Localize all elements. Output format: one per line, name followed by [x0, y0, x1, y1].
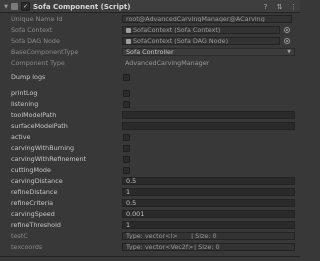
- carving-with-refinement-checkbox[interactable]: [123, 156, 130, 163]
- refine-criteria-input[interactable]: 0.5: [122, 199, 295, 207]
- component-type-label: Component Type: [11, 59, 65, 67]
- base-component-type-row: BaseComponentType Sofa Controller ▼: [0, 48, 300, 57]
- active-checkbox[interactable]: [123, 134, 130, 141]
- foldout-arrow-icon[interactable]: ▼: [3, 0, 9, 13]
- carving-speed-input[interactable]: 0.001: [122, 210, 295, 218]
- refine-threshold-input[interactable]: 1: [122, 221, 295, 229]
- preset-icon[interactable]: ⇅: [275, 0, 284, 13]
- object-picker-icon[interactable]: [284, 38, 290, 44]
- divider: [0, 256, 300, 257]
- component-type-value: AdvancedCarvingManager: [125, 59, 210, 67]
- listening-row: listening: [0, 100, 300, 109]
- refine-distance-row: refineDistance 1: [0, 188, 300, 197]
- base-component-type-value: Sofa Controller: [126, 48, 174, 56]
- texcoords-size: | Size: 0: [194, 243, 220, 251]
- sofa-object-icon: [126, 38, 131, 44]
- cutting-mode-row: cuttingMode: [0, 166, 300, 175]
- surface-model-path-row: surfaceModelPath: [0, 122, 300, 131]
- tool-model-path-label: toolModelPath: [11, 111, 57, 119]
- script-icon: [10, 0, 19, 13]
- print-log-row: printLog: [0, 89, 300, 98]
- active-row: active: [0, 133, 300, 142]
- refine-threshold-row: refineThreshold 1: [0, 221, 300, 230]
- refine-criteria-row: refineCriteria 0.5: [0, 199, 300, 208]
- refine-threshold-label: refineThreshold: [11, 221, 61, 229]
- context-menu-icon[interactable]: ⋮: [289, 0, 298, 13]
- component-title: Sofa Component (Script): [33, 2, 131, 11]
- base-component-type-dropdown[interactable]: Sofa Controller ▼: [122, 48, 295, 56]
- carving-with-refinement-row: carvingWithRefinement: [0, 155, 300, 164]
- texcoords-label: texcoords: [11, 243, 43, 251]
- test-c-size: | Size: 0: [191, 232, 217, 240]
- texcoords-type: Type: vector<Vec2f>: [126, 243, 194, 251]
- checkmark-icon: ✓: [21, 2, 30, 11]
- tool-model-path-row: toolModelPath: [0, 111, 300, 120]
- dump-logs-checkbox[interactable]: [123, 74, 130, 81]
- sofa-dag-node-field[interactable]: SofaContext (Sofa DAG Node): [122, 37, 280, 45]
- texcoords-row: texcoords Type: vector<Vec2f> | Size: 0: [0, 243, 300, 252]
- component-enabled-checkbox[interactable]: ✓: [21, 0, 30, 13]
- unique-name-id-field: root@AdvancedCarvingManager@ACarving: [122, 15, 292, 23]
- test-c-label: testC: [11, 232, 28, 240]
- tool-model-path-input[interactable]: [122, 111, 295, 119]
- sofa-object-icon: [126, 27, 131, 33]
- refine-criteria-label: refineCriteria: [11, 199, 54, 207]
- sofa-context-field[interactable]: SofaContext (Sofa Context): [122, 26, 280, 34]
- carving-distance-row: carvingDistance 0.5: [0, 177, 300, 186]
- unique-name-id-label: Unique Name Id: [11, 15, 63, 23]
- unique-name-id-row: Unique Name Id root@AdvancedCarvingManag…: [0, 15, 300, 24]
- carving-speed-row: carvingSpeed 0.001: [0, 210, 300, 219]
- object-picker-icon[interactable]: [284, 27, 290, 33]
- sofa-context-row: Sofa Context SofaContext (Sofa Context): [0, 26, 300, 35]
- carving-with-burning-row: carvingWithBurning: [0, 144, 300, 153]
- carving-speed-label: carvingSpeed: [11, 210, 55, 218]
- listening-label: listening: [11, 100, 39, 108]
- listening-checkbox[interactable]: [123, 101, 130, 108]
- sofa-dag-node-label: Sofa DAG Node: [11, 37, 60, 45]
- cutting-mode-checkbox[interactable]: [123, 167, 130, 174]
- carving-distance-input[interactable]: 0.5: [122, 177, 295, 185]
- carving-with-burning-checkbox[interactable]: [123, 145, 130, 152]
- component-type-row: Component Type AdvancedCarvingManager: [0, 59, 300, 68]
- base-component-type-label: BaseComponentType: [11, 48, 79, 56]
- print-log-label: printLog: [11, 89, 38, 97]
- dump-logs-label: Dump logs: [11, 73, 46, 81]
- print-log-checkbox[interactable]: [123, 90, 130, 97]
- sofa-context-label: Sofa Context: [11, 26, 53, 34]
- carving-with-burning-label: carvingWithBurning: [11, 144, 75, 152]
- carving-with-refinement-label: carvingWithRefinement: [11, 155, 87, 163]
- refine-distance-label: refineDistance: [11, 188, 58, 196]
- test-c-type: Type: vector<I>: [126, 232, 178, 240]
- test-c-field: Type: vector<I> | Size: 0: [122, 232, 295, 240]
- chevron-down-icon: ▼: [287, 49, 291, 55]
- refine-distance-input[interactable]: 1: [122, 188, 295, 196]
- sofa-dag-node-row: Sofa DAG Node SofaContext (Sofa DAG Node…: [0, 37, 300, 46]
- texcoords-field: Type: vector<Vec2f> | Size: 0: [122, 243, 295, 251]
- active-label: active: [11, 133, 31, 141]
- component-header: ▼ ✓ Sofa Component (Script) ? ⇅ ⋮: [0, 0, 300, 13]
- surface-model-path-input[interactable]: [122, 122, 295, 130]
- dump-logs-row: Dump logs: [0, 73, 300, 82]
- help-icon[interactable]: ?: [261, 0, 270, 13]
- cutting-mode-label: cuttingMode: [11, 166, 51, 174]
- sofa-context-value: SofaContext (Sofa Context): [133, 26, 221, 34]
- sofa-dag-node-value: SofaContext (Sofa DAG Node): [133, 37, 229, 45]
- test-c-row: testC Type: vector<I> | Size: 0: [0, 232, 300, 241]
- surface-model-path-label: surfaceModelPath: [11, 122, 68, 130]
- carving-distance-label: carvingDistance: [11, 177, 63, 185]
